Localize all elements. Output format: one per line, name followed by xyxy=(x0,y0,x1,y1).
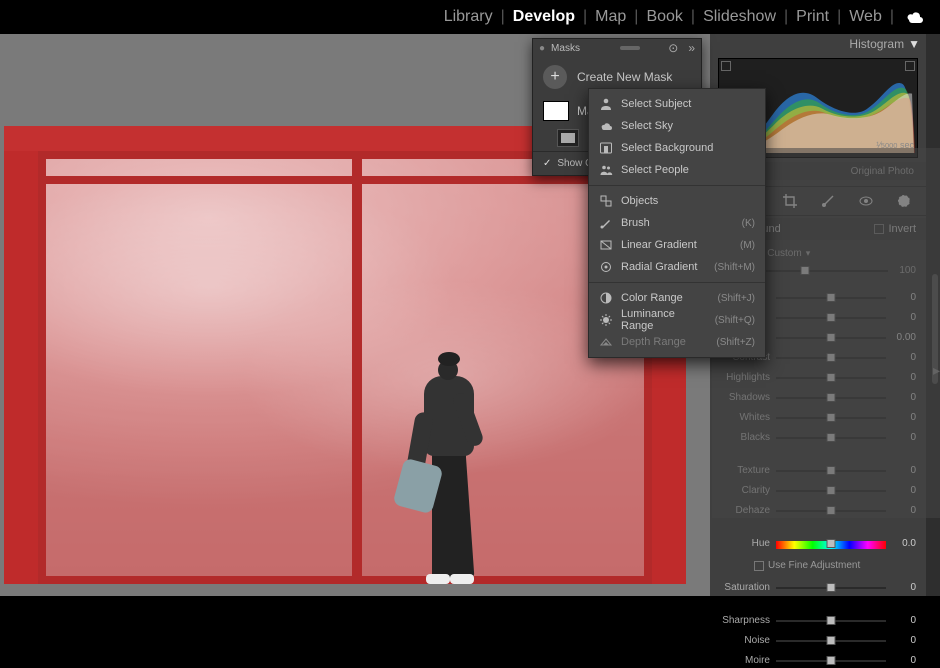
depth-icon xyxy=(599,335,613,349)
brush-icon xyxy=(599,216,613,230)
slider-whites[interactable]: Whites0 xyxy=(722,410,916,425)
menu-objects[interactable]: Objects xyxy=(589,190,765,212)
module-develop[interactable]: Develop xyxy=(509,8,579,26)
heal-tool-icon[interactable] xyxy=(820,193,836,209)
masking-tool-icon[interactable] xyxy=(896,193,912,209)
slider-shadows[interactable]: Shadows0 xyxy=(722,390,916,405)
luminance-icon xyxy=(599,313,613,327)
right-panel-scrollbar[interactable] xyxy=(926,34,940,596)
slider-clarity[interactable]: Clarity0 xyxy=(722,483,916,498)
radial-icon xyxy=(599,260,613,274)
loupe-image[interactable] xyxy=(4,126,686,584)
fine-adjustment-toggle[interactable]: Use Fine Adjustment xyxy=(722,556,916,575)
bullet-icon: ● xyxy=(539,43,545,54)
module-library[interactable]: Library xyxy=(440,8,497,26)
slider-sharpness[interactable]: Sharpness0 xyxy=(722,613,916,628)
person-icon xyxy=(599,97,613,111)
histogram-label: Histogram xyxy=(849,37,904,51)
menu-select-sky[interactable]: Select Sky xyxy=(589,115,765,137)
module-map[interactable]: Map xyxy=(591,8,630,26)
menu-select-people[interactable]: Select People xyxy=(589,159,765,181)
objects-icon xyxy=(599,194,613,208)
bg-icon xyxy=(599,141,613,155)
menu-depth-range: Depth Range(Shift+Z) xyxy=(589,331,765,353)
module-web[interactable]: Web xyxy=(845,8,886,26)
checkmark-icon: ✓ xyxy=(543,158,551,169)
slider-blacks[interactable]: Blacks0 xyxy=(722,430,916,445)
mask-component-thumbnail xyxy=(557,129,579,147)
module-print[interactable]: Print xyxy=(792,8,833,26)
mask-thumbnail xyxy=(543,101,569,121)
slider-moire[interactable]: Moire0 xyxy=(722,653,916,668)
histogram-header[interactable]: Histogram ▼ xyxy=(712,34,926,54)
menu-linear-gradient[interactable]: Linear Gradient(M) xyxy=(589,234,765,256)
sky-icon xyxy=(599,119,613,133)
linear-icon xyxy=(599,238,613,252)
unmasked-subject xyxy=(404,352,494,584)
panel-expand-icon[interactable]: » xyxy=(688,41,695,55)
menu-color-range[interactable]: Color Range(Shift+J) xyxy=(589,287,765,309)
panel-options-icon[interactable]: ⊙ xyxy=(668,41,678,55)
slider-noise[interactable]: Noise0 xyxy=(722,633,916,648)
masks-panel-header[interactable]: ● Masks ⊙ » xyxy=(533,39,701,57)
crop-tool-icon[interactable] xyxy=(782,193,798,209)
menu-select-subject[interactable]: Select Subject xyxy=(589,93,765,115)
slider-texture[interactable]: Texture0 xyxy=(722,463,916,478)
new-mask-context-menu: Select SubjectSelect SkySelect Backgroun… xyxy=(588,88,766,358)
menu-select-background[interactable]: Select Background xyxy=(589,137,765,159)
slider-dehaze[interactable]: Dehaze0 xyxy=(722,503,916,518)
module-book[interactable]: Book xyxy=(642,8,686,26)
menu-luminance-range[interactable]: Luminance Range(Shift+Q) xyxy=(589,309,765,331)
module-picker: Library| Develop| Map| Book| Slideshow| … xyxy=(0,0,940,34)
plus-icon: + xyxy=(543,65,567,89)
color-icon xyxy=(599,291,613,305)
slider-saturation[interactable]: Saturation0 xyxy=(722,580,916,595)
slider-hue[interactable]: Hue0.0 xyxy=(722,536,916,551)
cloud-sync-icon[interactable] xyxy=(906,11,924,23)
drag-handle-icon[interactable] xyxy=(620,46,640,50)
panel-collapse-icon[interactable]: ▸ xyxy=(933,362,940,379)
redeye-tool-icon[interactable] xyxy=(858,193,874,209)
invert-toggle[interactable]: Invert xyxy=(874,223,916,235)
amount-value: 100 xyxy=(888,265,916,276)
menu-radial-gradient[interactable]: Radial Gradient(Shift+M) xyxy=(589,256,765,278)
slider-highlights[interactable]: Highlights0 xyxy=(722,370,916,385)
module-slideshow[interactable]: Slideshow xyxy=(699,8,780,26)
chevron-down-icon: ▾ xyxy=(806,248,811,259)
disclosure-triangle-icon: ▼ xyxy=(908,37,920,51)
people-icon xyxy=(599,163,613,177)
menu-brush[interactable]: Brush(K) xyxy=(589,212,765,234)
